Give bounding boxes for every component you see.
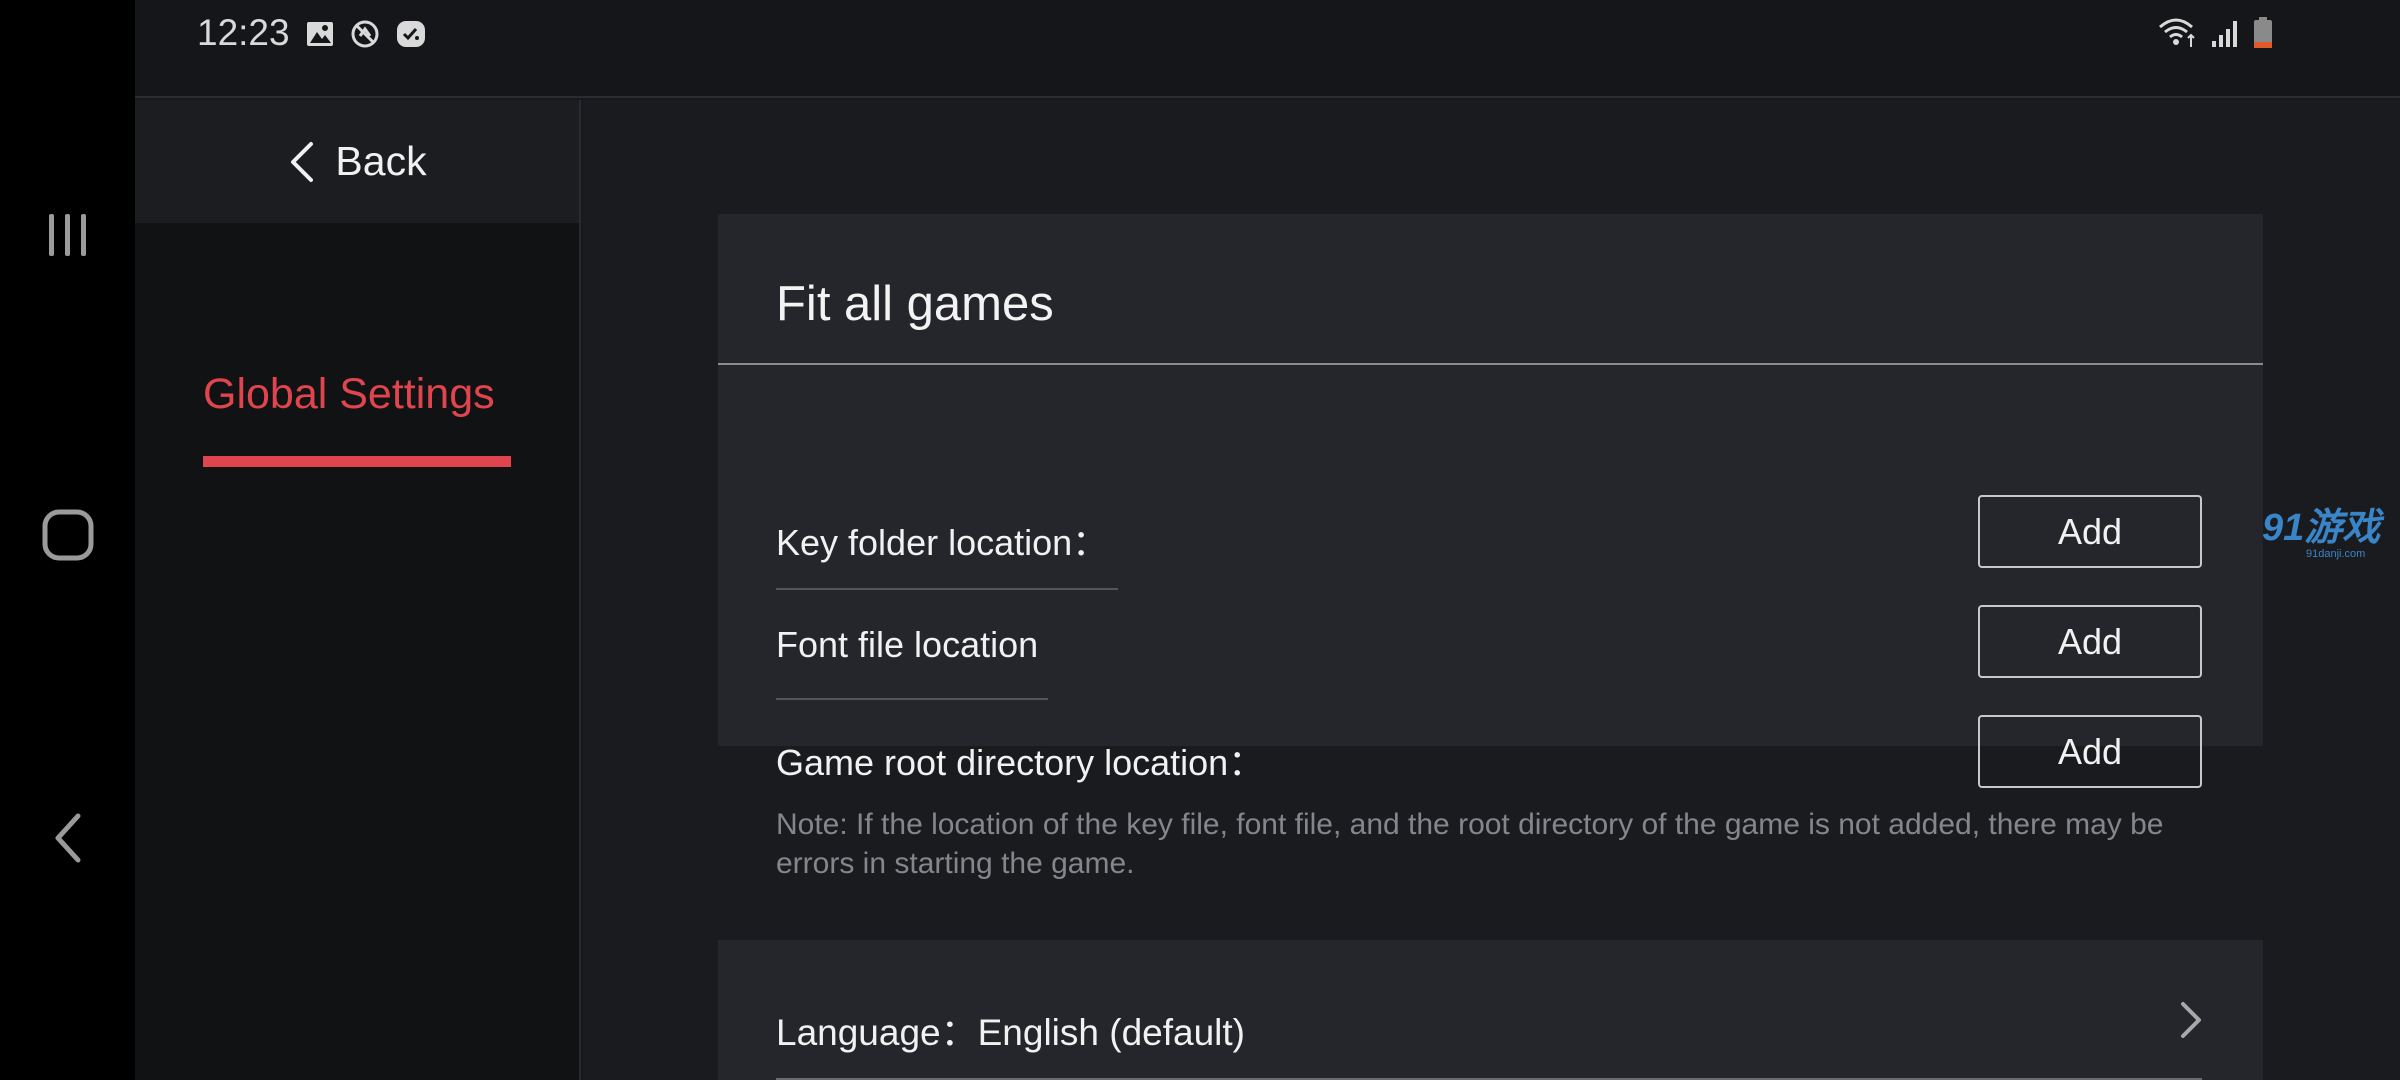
signal-icon bbox=[2212, 21, 2237, 47]
sidebar: Back Global Settings bbox=[135, 100, 581, 1080]
wifi-icon bbox=[2159, 18, 2195, 47]
add-font-file-button[interactable]: Add bbox=[1978, 605, 2202, 678]
status-icons-right bbox=[2158, 16, 2274, 50]
watermark-main: 91游戏 bbox=[2262, 507, 2381, 549]
chevron-right-icon bbox=[2181, 1002, 2201, 1038]
note-text: Note: If the location of the key file, f… bbox=[776, 808, 2164, 880]
recent-apps-icon bbox=[48, 214, 86, 256]
watermark-logo: 91游戏 91danji.com bbox=[2262, 508, 2400, 568]
watermark-sub: 91danji.com bbox=[2306, 548, 2366, 560]
language-value: English (default) bbox=[977, 1012, 1245, 1053]
system-back-button[interactable] bbox=[0, 803, 135, 873]
back-nav-icon bbox=[55, 813, 80, 863]
back-button[interactable]: Back bbox=[135, 100, 579, 223]
home-icon bbox=[42, 509, 93, 561]
fit-all-games-card: Fit all games Key folder location： Add F… bbox=[718, 214, 2263, 788]
font-file-location-label: Font file location bbox=[776, 624, 1039, 665]
key-folder-location-label: Key folder location： bbox=[776, 522, 1109, 563]
language-text: Language：English (default) bbox=[776, 1002, 1245, 1056]
recent-apps-button[interactable] bbox=[0, 200, 135, 270]
main-content: Fit all games Key folder location： Add F… bbox=[583, 100, 2400, 1080]
status-bar: 12:23 bbox=[135, 0, 2400, 98]
game-launcher-icon bbox=[397, 21, 425, 47]
card-title: Fit all games bbox=[776, 277, 1054, 331]
chevron-left-icon bbox=[291, 141, 314, 182]
tab-global-settings[interactable]: Global Settings bbox=[203, 370, 511, 470]
game-root-directory-label: Game root directory location： bbox=[776, 742, 1265, 783]
status-icons-left bbox=[305, 18, 427, 50]
gallery-icon bbox=[307, 22, 333, 46]
back-label: Back bbox=[335, 138, 427, 184]
battery-icon bbox=[2254, 17, 2272, 48]
system-navigation-bar bbox=[0, 0, 135, 1080]
add-game-root-directory-button[interactable]: Add bbox=[1978, 715, 2202, 788]
home-button[interactable] bbox=[0, 500, 135, 570]
language-row[interactable]: Language：English (default) bbox=[718, 940, 2263, 1080]
font-file-location-underline bbox=[776, 698, 1048, 700]
active-tab-indicator bbox=[203, 456, 511, 467]
status-time: 12:23 bbox=[197, 12, 290, 53]
key-folder-location-underline bbox=[776, 588, 1118, 590]
card-divider bbox=[718, 363, 2263, 365]
language-label: Language： bbox=[776, 1012, 978, 1053]
add-key-folder-button[interactable]: Add bbox=[1978, 495, 2202, 568]
tab-global-settings-label: Global Settings bbox=[203, 370, 495, 418]
data-saver-icon bbox=[351, 20, 379, 48]
